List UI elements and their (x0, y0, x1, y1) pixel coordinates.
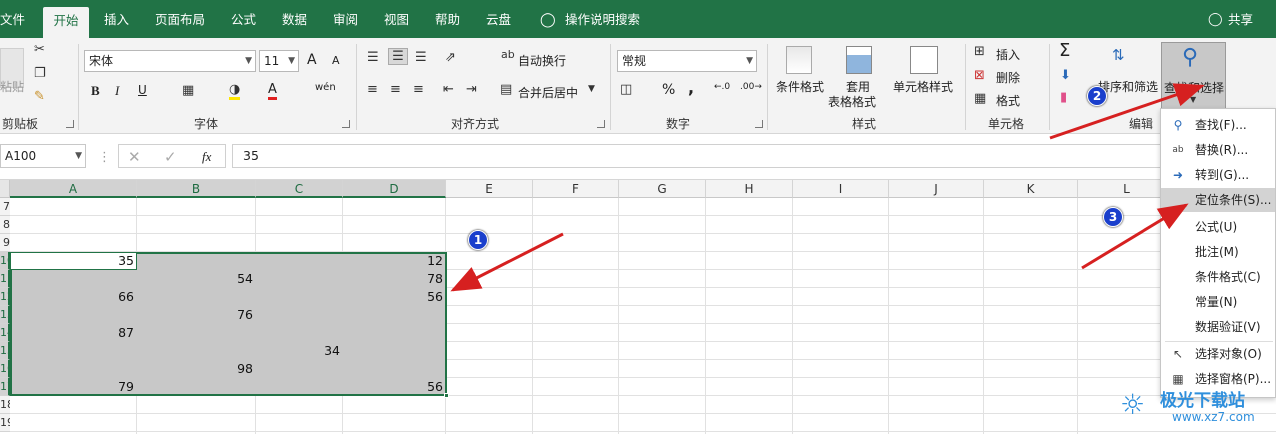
watermark-logo-icon: ☼ (1120, 388, 1146, 421)
step-badge-2: 2 (1087, 86, 1107, 106)
arrow-to-goto-special (1081, 203, 1189, 270)
watermark: ☼ 极光下载站 www.xz7.com (1120, 384, 1274, 432)
step-badge-3: 3 (1103, 207, 1123, 227)
watermark-url: www.xz7.com (1172, 410, 1255, 424)
step-badge-1: 1 (468, 230, 488, 250)
arrow-to-find-select (1049, 83, 1205, 140)
watermark-brand: 极光下载站 (1160, 391, 1245, 411)
annotation-arrows (450, 83, 1205, 292)
